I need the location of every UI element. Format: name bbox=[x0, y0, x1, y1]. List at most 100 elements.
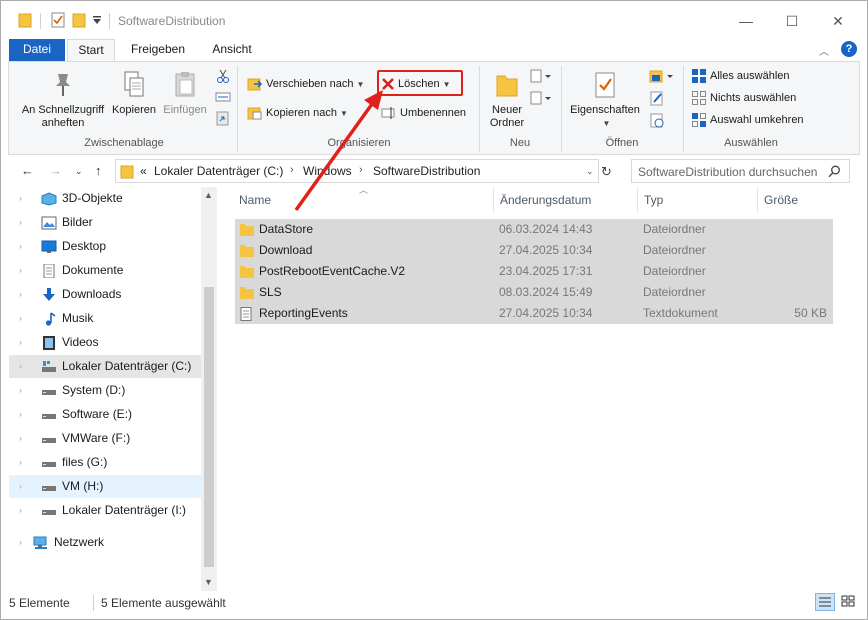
breadcrumb-chevron-icon[interactable]: › bbox=[290, 164, 294, 176]
network-icon bbox=[33, 536, 47, 549]
file-row[interactable]: SLS 08.03.2024 15:49 Dateiordner bbox=[235, 282, 833, 303]
downloads-icon bbox=[43, 288, 55, 301]
copy-path-icon[interactable] bbox=[215, 90, 231, 104]
minimize-button[interactable]: — bbox=[723, 9, 769, 33]
properties-button[interactable]: Eigenschaften ▼ bbox=[565, 70, 645, 130]
tree-item-drive-f[interactable]: › VMWare (F:) bbox=[9, 427, 201, 450]
properties-icon[interactable] bbox=[51, 12, 65, 28]
customize-quick-access-icon[interactable] bbox=[93, 16, 102, 25]
move-to-button[interactable]: Verschieben nach ▼ bbox=[247, 74, 364, 94]
details-view-button[interactable] bbox=[815, 593, 835, 611]
refresh-icon[interactable]: ↻ bbox=[601, 164, 612, 180]
pin-quick-access-button[interactable]: An Schnellzugriff anheften bbox=[15, 70, 111, 130]
tree-item-network[interactable]: › Netzwerk bbox=[9, 531, 201, 554]
chevron-right-icon[interactable]: › bbox=[19, 235, 22, 258]
new-item-icon[interactable] bbox=[529, 68, 551, 84]
search-box[interactable]: SoftwareDistribution durchsuchen bbox=[631, 159, 850, 183]
documents-icon bbox=[43, 264, 55, 278]
paste-shortcut-icon[interactable] bbox=[215, 110, 231, 126]
breadcrumb-item[interactable]: SoftwareDistribution bbox=[373, 164, 480, 178]
file-row[interactable]: PostRebootEventCache.V2 23.04.2025 17:31… bbox=[235, 261, 833, 282]
tree-item-pictures[interactable]: › Bilder bbox=[9, 211, 201, 234]
chevron-right-icon[interactable]: › bbox=[19, 379, 22, 402]
chevron-right-icon[interactable]: › bbox=[19, 427, 22, 450]
nav-pane-scrollbar[interactable]: ▲ ▼ bbox=[201, 187, 217, 591]
tree-item-drive-e[interactable]: › Software (E:) bbox=[9, 403, 201, 426]
scroll-up-icon[interactable]: ▲ bbox=[204, 190, 213, 200]
chevron-right-icon[interactable]: › bbox=[19, 355, 22, 378]
new-folder-button[interactable]: Neuer Ordner bbox=[483, 70, 531, 130]
chevron-right-icon[interactable]: › bbox=[19, 403, 22, 426]
tree-item-3d-objects[interactable]: › 3D-Objekte bbox=[9, 187, 201, 210]
chevron-right-icon[interactable]: › bbox=[19, 451, 22, 474]
copy-to-button[interactable]: Kopieren nach ▼ bbox=[247, 103, 348, 123]
help-icon[interactable]: ? bbox=[841, 41, 857, 57]
scroll-down-icon[interactable]: ▼ bbox=[204, 577, 213, 587]
tree-item-desktop[interactable]: › Desktop bbox=[9, 235, 201, 258]
chevron-right-icon[interactable]: › bbox=[19, 211, 22, 234]
tree-item-drive-d[interactable]: › System (D:) bbox=[9, 379, 201, 402]
tab-view[interactable]: Ansicht bbox=[201, 39, 263, 61]
chevron-right-icon[interactable]: › bbox=[19, 187, 22, 210]
tab-start[interactable]: Start bbox=[67, 39, 115, 62]
tab-share[interactable]: Freigeben bbox=[123, 39, 193, 61]
tree-item-drive-c[interactable]: › Lokaler Datenträger (C:) bbox=[9, 355, 201, 378]
breadcrumb-overflow[interactable]: « bbox=[140, 164, 147, 178]
tiles-view-button[interactable] bbox=[839, 593, 859, 611]
column-header-name[interactable]: Name bbox=[239, 193, 271, 207]
drive-icon bbox=[42, 390, 56, 395]
breadcrumb-chevron-icon[interactable]: › bbox=[359, 164, 363, 176]
tree-item-documents[interactable]: › Dokumente bbox=[9, 259, 201, 282]
chevron-right-icon[interactable]: › bbox=[19, 283, 22, 306]
tree-item-drive-g[interactable]: › files (G:) bbox=[9, 451, 201, 474]
up-arrow-icon[interactable]: ↑ bbox=[95, 163, 102, 178]
rename-button[interactable]: Umbenennen bbox=[381, 103, 466, 123]
chevron-right-icon[interactable]: › bbox=[19, 531, 22, 554]
file-row[interactable]: ReportingEvents 27.04.2025 10:34 Textdok… bbox=[235, 303, 833, 324]
easy-access-icon[interactable] bbox=[529, 90, 551, 106]
chevron-right-icon[interactable]: › bbox=[19, 475, 22, 498]
recent-locations-chevron-icon[interactable]: ⌄ bbox=[75, 166, 83, 177]
file-row[interactable]: DataStore 06.03.2024 14:43 Dateiordner bbox=[235, 219, 833, 240]
delete-highlight-box bbox=[377, 70, 463, 96]
select-all-button[interactable]: Alles auswählen bbox=[691, 66, 790, 86]
tree-item-drive-i[interactable]: › Lokaler Datenträger (I:) bbox=[9, 499, 201, 522]
scrollbar-thumb[interactable] bbox=[204, 287, 214, 567]
chevron-up-icon[interactable]: ︿ bbox=[819, 43, 829, 58]
paste-button[interactable]: Einfügen bbox=[159, 70, 211, 117]
tree-item-drive-h[interactable]: › VM (H:) bbox=[9, 475, 201, 498]
column-header-size[interactable]: Größe bbox=[764, 193, 798, 207]
maximize-button[interactable]: ☐ bbox=[769, 9, 815, 33]
tree-item-music[interactable]: › Musik bbox=[9, 307, 201, 330]
back-arrow-icon[interactable]: ← bbox=[21, 163, 34, 178]
tree-item-videos[interactable]: › Videos bbox=[9, 331, 201, 354]
chevron-right-icon[interactable]: › bbox=[19, 259, 22, 282]
select-none-button[interactable]: Nichts auswählen bbox=[691, 88, 796, 108]
chevron-right-icon[interactable]: › bbox=[19, 331, 22, 354]
open-icon[interactable] bbox=[649, 68, 673, 84]
breadcrumb-item[interactable]: Lokaler Datenträger (C:) bbox=[154, 164, 283, 178]
address-bar[interactable]: « Lokaler Datenträger (C:) › Windows › S… bbox=[115, 159, 599, 183]
invert-selection-button[interactable]: Auswahl umkehren bbox=[691, 110, 804, 130]
tree-item-downloads[interactable]: › Downloads bbox=[9, 283, 201, 306]
breadcrumb-item[interactable]: Windows bbox=[303, 164, 352, 178]
file-row[interactable]: Download 27.04.2025 10:34 Dateiordner bbox=[235, 240, 833, 261]
close-button[interactable]: ✕ bbox=[815, 9, 861, 33]
window-title: SoftwareDistribution bbox=[118, 14, 226, 28]
address-dropdown-icon[interactable]: ⌄ bbox=[586, 166, 594, 177]
history-icon[interactable] bbox=[649, 112, 665, 128]
column-header-type[interactable]: Typ bbox=[644, 193, 663, 207]
edit-icon[interactable] bbox=[649, 90, 665, 106]
chevron-right-icon[interactable]: › bbox=[19, 499, 22, 522]
copy-button[interactable]: Kopieren bbox=[109, 70, 159, 117]
forward-arrow-icon[interactable]: → bbox=[49, 163, 62, 178]
selection-count: 5 Elemente ausgewählt bbox=[101, 596, 226, 610]
new-folder-icon bbox=[496, 75, 518, 97]
drive-icon bbox=[42, 510, 56, 515]
cut-icon[interactable] bbox=[215, 68, 231, 84]
chevron-right-icon[interactable]: › bbox=[19, 307, 22, 330]
tab-file[interactable]: Datei bbox=[9, 39, 65, 61]
new-folder-icon[interactable] bbox=[72, 12, 86, 28]
column-header-date[interactable]: Änderungsdatum bbox=[500, 193, 591, 207]
desktop-icon bbox=[41, 240, 57, 253]
